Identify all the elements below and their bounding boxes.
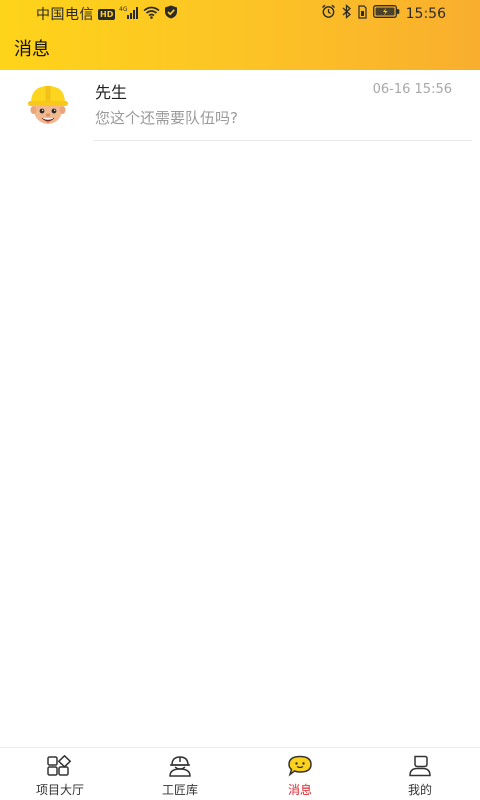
carrier-name: 中国电信 xyxy=(36,7,94,23)
status-left: 中国电信 HD 4G xyxy=(36,4,178,24)
sim-icon xyxy=(358,4,367,23)
app-root: 中国电信 HD 4G 15:56 消息 先生 06-16 15:56 您这个还需… xyxy=(0,0,480,800)
page-title: 消息 xyxy=(14,39,50,60)
wifi-icon xyxy=(143,6,160,23)
tab-project-hall[interactable]: 项目大厅 xyxy=(0,748,120,800)
bottom-tab-bar: 项目大厅 工匠库 消息 我的 xyxy=(0,747,480,800)
title-bar: 消息 xyxy=(0,26,480,70)
message-preview: 您这个还需要队伍吗? xyxy=(95,109,238,127)
shield-check-icon xyxy=(164,5,178,23)
header: 中国电信 HD 4G 15:56 消息 xyxy=(0,0,480,70)
tab-label: 工匠库 xyxy=(161,783,198,797)
status-bar: 中国电信 HD 4G 15:56 xyxy=(0,0,480,26)
message-list-item[interactable]: 先生 06-16 15:56 您这个还需要队伍吗? xyxy=(0,70,480,141)
tab-profile[interactable]: 我的 xyxy=(360,748,480,800)
network-type-label: 4G xyxy=(119,6,128,13)
status-time: 15:56 xyxy=(405,5,446,22)
tab-messages[interactable]: 消息 xyxy=(240,748,360,800)
user-icon xyxy=(406,754,434,778)
signal-icon: 4G xyxy=(119,6,139,23)
worker-icon xyxy=(166,754,194,778)
worker-helmet-avatar xyxy=(26,83,70,127)
grid-icon xyxy=(46,754,74,778)
message-sender-name: 先生 xyxy=(95,83,128,102)
alarm-icon xyxy=(321,4,336,23)
bluetooth-icon xyxy=(342,4,352,23)
status-right: 15:56 xyxy=(321,4,446,23)
battery-icon xyxy=(372,5,400,22)
tab-label: 项目大厅 xyxy=(35,783,84,797)
tab-craftsman-library[interactable]: 工匠库 xyxy=(120,748,240,800)
message-timestamp: 06-16 15:56 xyxy=(372,82,452,97)
hd-badge: HD xyxy=(98,8,116,20)
chat-bubble-icon xyxy=(286,754,314,778)
tab-label: 我的 xyxy=(407,783,432,797)
tab-label: 消息 xyxy=(287,783,312,797)
message-divider xyxy=(94,140,472,141)
message-list: 先生 06-16 15:56 您这个还需要队伍吗? xyxy=(0,70,480,141)
